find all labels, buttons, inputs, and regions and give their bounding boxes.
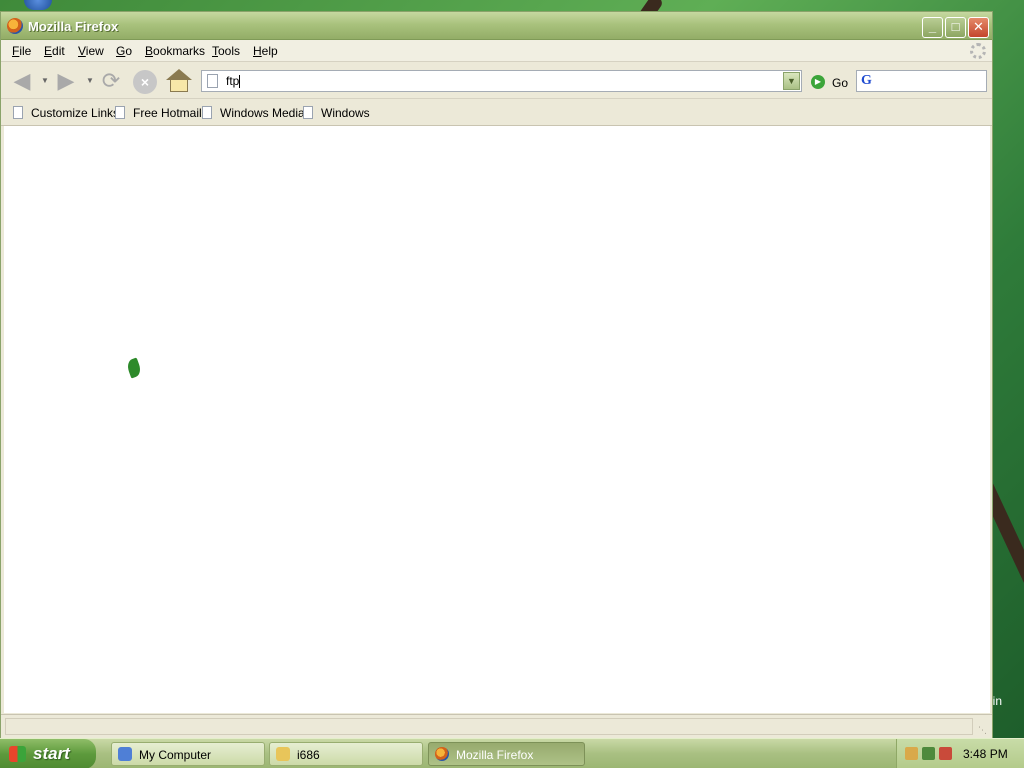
menu-accelerator: E [44,44,53,58]
taskbar: start My Computer i686 Mozilla Firefox 3… [0,738,1024,768]
title-bar[interactable]: Mozilla Firefox _ □ ✕ [1,12,992,40]
menu-file[interactable]: File [12,44,31,58]
back-history-dropdown-icon[interactable]: ▼ [41,76,49,85]
menu-accelerator: H [253,44,262,58]
taskbar-item-label: My Computer [139,748,212,762]
menu-bookmarks[interactable]: Bookmarks [145,44,205,58]
menu-accelerator: V [78,44,86,58]
window-title: Mozilla Firefox [28,19,119,34]
menu-label: iew [85,44,104,58]
bookmark-label: Customize Links [31,106,120,120]
bookmark-page-icon [303,106,313,119]
home-wall-shape [170,79,188,92]
go-button-label[interactable]: Go [832,76,848,90]
computer-icon [118,747,132,761]
stop-icon[interactable]: × [133,70,157,94]
status-bar: ⋱ [1,714,992,738]
bookmark-label: Free Hotmail [133,106,202,120]
menu-label: ile [19,44,32,58]
bookmark-page-icon [202,106,212,119]
start-label: start [33,744,70,763]
minimize-button[interactable]: _ [922,17,943,38]
firefox-window: Mozilla Firefox _ □ ✕ File Edit View Go … [0,11,993,738]
menu-label: ools [218,44,241,58]
tray-network-icon[interactable] [922,747,935,760]
taskbar-item-mozilla-firefox[interactable]: Mozilla Firefox [428,742,585,766]
resize-grip-icon[interactable]: ⋱ [978,724,990,736]
throbber-icon [970,43,986,59]
page-icon [207,74,218,88]
menu-label: o [125,44,133,58]
url-bar[interactable]: ftp ▼ [201,70,802,92]
go-arrow-icon[interactable]: ▶ [811,75,825,89]
mouse-cursor-icon [125,357,143,379]
menu-label: elp [261,44,278,58]
reload-icon[interactable]: ⟳ [99,70,123,94]
search-engine-icon[interactable]: G [861,73,881,89]
menu-go[interactable]: Go [116,44,132,58]
menu-edit[interactable]: Edit [44,44,65,58]
desktop-partial-text: in [992,694,1002,708]
menu-accelerator: B [145,44,154,58]
menu-accelerator: G [116,44,126,58]
system-tray: 3:48 PM [896,739,1024,768]
menu-label: ookmarks [153,44,206,58]
bookmark-windows-media[interactable]: Windows Media [202,106,305,120]
taskbar-item-my-computer[interactable]: My Computer [111,742,265,766]
windows-logo-icon [9,746,26,762]
menu-bar: File Edit View Go Bookmarks Tools Help [1,40,992,62]
menu-help[interactable]: Help [253,44,278,58]
back-arrow-icon[interactable]: ◀ [10,70,34,94]
bookmark-free-hotmail[interactable]: Free Hotmail [115,106,202,120]
taskbar-item-i686[interactable]: i686 [269,742,423,766]
url-input[interactable]: ftp [226,74,241,89]
forward-history-dropdown-icon[interactable]: ▼ [86,76,94,85]
start-button[interactable]: start [0,739,96,768]
status-text [5,718,973,735]
taskbar-item-label: Mozilla Firefox [456,748,534,762]
bookmark-customize-links[interactable]: Customize Links [13,106,119,120]
menu-view[interactable]: View [78,44,104,58]
bookmarks-toolbar: Customize Links Free Hotmail Windows Med… [1,100,992,126]
firefox-icon [7,18,23,34]
tray-tools-icon[interactable] [905,747,918,760]
forward-arrow-icon[interactable]: ▶ [54,70,78,94]
maximize-button[interactable]: □ [945,17,966,38]
bookmark-label: Windows [321,106,370,120]
bookmark-page-icon [115,106,125,119]
close-button[interactable]: ✕ [968,17,989,38]
text-caret [239,75,241,89]
tray-alert-icon[interactable] [939,747,952,760]
url-history-dropdown-icon[interactable]: ▼ [783,72,800,90]
navigation-toolbar: ◀ ▼ ▶ ▼ ⟳ × ftp ▼ ▶ Go G [1,63,992,99]
menu-label: dit [52,44,65,58]
firefox-icon [435,747,449,761]
folder-icon [276,747,290,761]
home-icon[interactable] [166,69,192,93]
url-value: ftp [226,74,240,88]
search-input[interactable]: G [856,70,987,92]
bookmark-windows[interactable]: Windows [303,106,370,120]
bookmark-label: Windows Media [220,106,305,120]
clock[interactable]: 3:48 PM [963,747,1008,761]
taskbar-item-label: i686 [297,748,320,762]
desktop-icon-partial[interactable] [24,0,52,10]
page-content-area[interactable] [4,126,990,713]
menu-tools[interactable]: Tools [212,44,240,58]
bookmark-page-icon [13,106,23,119]
